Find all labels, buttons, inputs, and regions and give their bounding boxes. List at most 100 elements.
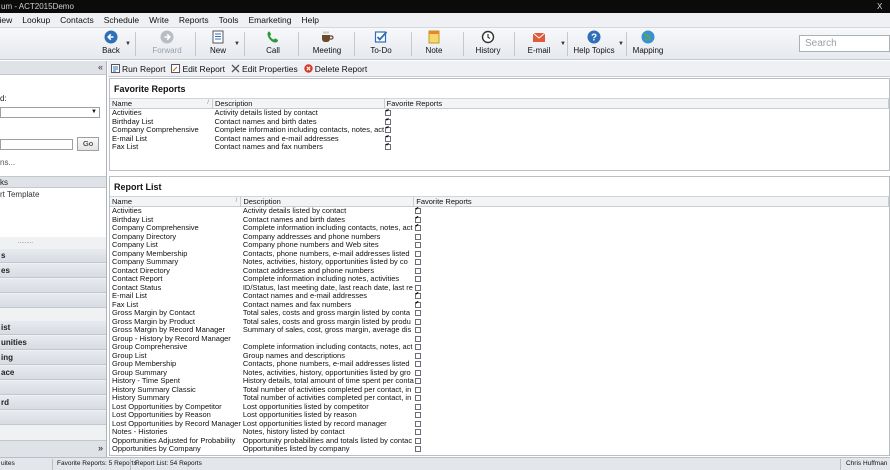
back-button[interactable]: Back (98, 30, 124, 58)
edit-properties-button[interactable]: Edit Properties (231, 64, 298, 74)
table-row[interactable]: History Summary Total number of activitie… (110, 394, 889, 403)
menu-tools[interactable]: Tools (219, 15, 239, 25)
nav-item[interactable]: es (0, 264, 106, 278)
back-dropdown-icon[interactable]: ▼ (125, 41, 131, 47)
column-header-name[interactable]: Name / (110, 197, 242, 207)
favorite-checkbox[interactable] (385, 126, 392, 134)
search-input[interactable]: Search (799, 35, 890, 52)
table-row[interactable]: Company List Company phone numbers and We… (110, 241, 889, 250)
favorite-checkbox[interactable] (414, 276, 421, 283)
favorite-checkbox[interactable] (414, 284, 421, 291)
help-topics-button[interactable]: ? Help Topics (572, 30, 616, 58)
table-row[interactable]: E-mail List Contact names and e-mail addr… (110, 135, 889, 144)
nav-item[interactable] (0, 279, 106, 293)
menu-lookup[interactable]: Lookup (22, 15, 50, 25)
table-row[interactable]: Activities Activity details listed by con… (110, 207, 889, 216)
favorite-checkbox[interactable] (414, 250, 421, 257)
favorite-checkbox[interactable] (414, 224, 421, 232)
table-row[interactable]: Birthday List Contact names and birth dat… (110, 118, 889, 127)
email-dropdown-icon[interactable]: ▼ (560, 41, 566, 47)
favorite-checkbox[interactable] (414, 395, 421, 402)
mapping-button[interactable]: Mapping (631, 30, 665, 58)
menu-reports[interactable]: Reports (179, 15, 209, 25)
table-row[interactable]: Fax List Contact names and fax numbers (110, 143, 889, 152)
favorite-checkbox[interactable] (414, 446, 421, 453)
favorite-checkbox[interactable] (414, 318, 421, 325)
menu-write[interactable]: Write (149, 15, 169, 25)
favorite-checkbox[interactable] (414, 267, 421, 274)
nav-item[interactable]: s (0, 249, 106, 263)
table-row[interactable]: Notes - Histories Notes, history listed b… (110, 428, 889, 437)
left-pane-task-item[interactable]: rt Template (0, 190, 39, 199)
favorite-checkbox[interactable] (414, 412, 421, 419)
favorite-checkbox[interactable] (414, 327, 421, 334)
table-row[interactable]: Group Membership Contacts, phone numbers,… (110, 360, 889, 369)
table-row[interactable]: Company Comprehensive Complete informatio… (110, 224, 889, 233)
table-row[interactable]: History Summary Classic Total number of a… (110, 386, 889, 395)
table-row[interactable]: Fax List Contact names and fax numbers (110, 301, 889, 310)
nav-item[interactable]: rd (0, 396, 106, 410)
expand-pane-icon[interactable]: » (98, 443, 103, 453)
run-report-button[interactable]: Run Report (111, 64, 165, 74)
menu-emarketing[interactable]: Emarketing (248, 15, 291, 25)
table-row[interactable]: Company Directory Company addresses and p… (110, 233, 889, 242)
nav-item[interactable]: ace (0, 366, 106, 380)
favorite-checkbox[interactable] (414, 233, 421, 240)
menu-help[interactable]: Help (301, 15, 318, 25)
favorite-checkbox[interactable] (414, 437, 421, 444)
favorite-checkbox[interactable] (414, 310, 421, 317)
nav-item[interactable]: unities (0, 336, 106, 350)
splitter-handle[interactable]: ......... (18, 239, 33, 245)
column-header-description[interactable]: Description (212, 99, 385, 109)
nav-item[interactable] (0, 411, 106, 425)
favorite-checkbox[interactable] (414, 344, 421, 351)
favorite-checkbox[interactable] (414, 361, 421, 368)
table-row[interactable]: Company Summary Notes, activities, histor… (110, 258, 889, 267)
menu-contacts[interactable]: Contacts (60, 15, 94, 25)
table-row[interactable]: E-mail List Contact names and e-mail addr… (110, 292, 889, 301)
window-close-button[interactable]: X (877, 0, 887, 13)
go-button[interactable]: Go (77, 137, 99, 151)
forward-button[interactable]: Forward (150, 30, 184, 58)
favorite-checkbox[interactable] (385, 109, 392, 117)
nav-item[interactable]: ing (0, 351, 106, 365)
table-row[interactable]: Lost Opportunities by Reason Lost opportu… (110, 411, 889, 420)
favorite-checkbox[interactable] (414, 403, 421, 410)
favorite-checkbox[interactable] (414, 207, 421, 215)
table-row[interactable]: Gross Margin by Record Manager Summary of… (110, 326, 889, 335)
favorite-checkbox[interactable] (414, 292, 421, 300)
table-row[interactable]: Company Comprehensive Complete informatio… (110, 126, 889, 135)
favorite-checkbox[interactable] (385, 118, 392, 125)
new-button[interactable]: New (207, 30, 229, 58)
favorite-checkbox[interactable] (414, 378, 421, 385)
history-button[interactable]: History (473, 30, 503, 58)
nav-item[interactable] (0, 381, 106, 395)
favorite-checkbox[interactable] (414, 301, 421, 308)
call-button[interactable]: Call (262, 30, 284, 58)
table-row[interactable]: Group Comprehensive Complete information … (110, 343, 889, 352)
todo-button[interactable]: To-Do (367, 30, 395, 58)
table-row[interactable]: Gross Margin by Contact Total sales, cost… (110, 309, 889, 318)
table-row[interactable]: Group List Group names and descriptions (110, 352, 889, 361)
menu-schedule[interactable]: Schedule (104, 15, 139, 25)
left-pane-link[interactable]: ns... (0, 158, 15, 167)
favorite-checkbox[interactable] (414, 216, 421, 223)
column-header-favorite[interactable]: Favorite Reports (384, 99, 890, 109)
table-row[interactable]: History - Time Spent History details, tot… (110, 377, 889, 386)
table-row[interactable]: Activities Activity details listed by con… (110, 109, 889, 118)
new-dropdown-icon[interactable]: ▼ (234, 41, 240, 47)
table-row[interactable]: Contact Directory Contact addresses and p… (110, 267, 889, 276)
favorite-checkbox[interactable] (414, 352, 421, 359)
table-row[interactable]: Opportunities Adjusted for Probability Op… (110, 437, 889, 446)
favorite-checkbox[interactable] (414, 386, 421, 393)
table-row[interactable]: Lost Opportunities by Competitor Lost opp… (110, 403, 889, 412)
delete-report-button[interactable]: Delete Report (304, 64, 367, 74)
column-header-description[interactable]: Description (240, 197, 415, 207)
favorite-checkbox[interactable] (385, 143, 392, 151)
collapse-pane-icon[interactable]: « (98, 62, 103, 72)
table-row[interactable]: Lost Opportunities by Record Manager Lost… (110, 420, 889, 429)
table-row[interactable]: Birthday List Contact names and birth dat… (110, 216, 889, 225)
favorite-checkbox[interactable] (385, 135, 392, 142)
meeting-button[interactable]: Meeting (310, 30, 344, 58)
table-row[interactable]: Group - History by Record Manager (110, 335, 889, 344)
